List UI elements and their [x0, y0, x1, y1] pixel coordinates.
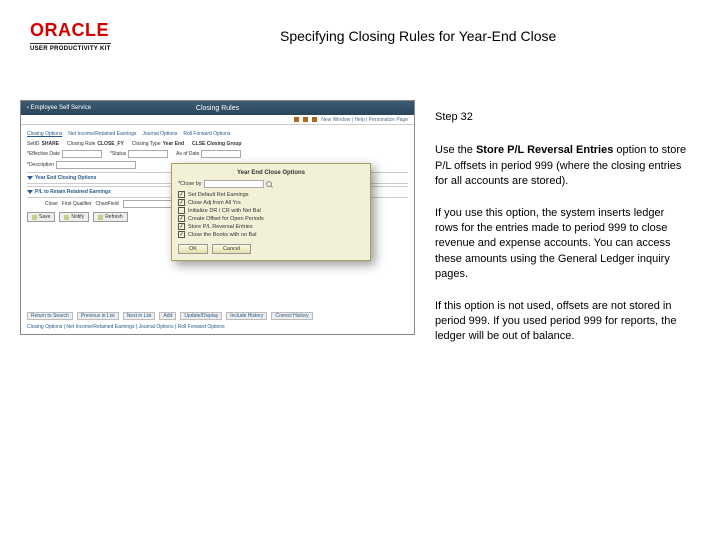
save-icon — [32, 215, 37, 220]
close-by-lookup-icon[interactable] — [266, 181, 272, 187]
opt1-label: Set Default Ret Earnings — [188, 192, 249, 198]
page-tabs: Closing Options Net Income/Retained Earn… — [27, 131, 408, 137]
opt3-label: Initialize DR / CR with Net Bal — [188, 208, 261, 214]
upk-tagline: USER PRODUCTIVITY KIT — [30, 43, 111, 52]
tab-closing-options[interactable]: Closing Options — [27, 131, 62, 137]
app-title: Closing Rules — [196, 105, 239, 112]
tab-net-income[interactable]: Net Income/Retained Earnings — [68, 131, 136, 137]
eff-row: *Effective Date *Status As of Date — [27, 150, 408, 158]
description-input[interactable] — [56, 161, 136, 169]
close-by-select[interactable] — [204, 180, 264, 188]
embedded-screenshot: ‹ Employee Self Service Closing Rules Ne… — [20, 100, 415, 335]
return-search-button[interactable]: Return to Search — [27, 312, 73, 320]
opt6-label: Close the Books with no Bal — [188, 232, 256, 238]
notify-icon — [64, 215, 69, 220]
tab-roll-forward[interactable]: Roll Forward Options — [183, 131, 230, 137]
header-row: SetID SHARE Closing Rule CLOSE_FY Closin… — [27, 141, 408, 147]
eff-date-input[interactable] — [62, 150, 102, 158]
step-label: Step 32 — [435, 110, 690, 125]
page-title: Specifying Closing Rules for Year-End Cl… — [280, 28, 556, 44]
year-end-options-popup: Year End Close Options *Close by ✓Set De… — [171, 163, 371, 261]
opt6-checkbox[interactable]: ✓ — [178, 231, 185, 238]
popup-ok-button[interactable]: OK — [178, 244, 208, 254]
notify-button[interactable]: Notify — [59, 212, 89, 222]
utility-links[interactable]: New Window | Help | Personalize Page — [321, 117, 408, 123]
oracle-brand: ORACLE — [30, 20, 109, 41]
save-button[interactable]: Save — [27, 212, 55, 222]
option-name-bold: Store P/L Reversal Entries — [476, 144, 613, 156]
footer-action-bar: Return to Search Previous in List Next i… — [27, 312, 408, 320]
popup-title: Year End Close Options — [178, 170, 364, 176]
nav-icon[interactable] — [312, 117, 317, 122]
opt4-checkbox[interactable]: ✓ — [178, 215, 185, 222]
oracle-logo: ORACLE USER PRODUCTIVITY KIT — [30, 20, 111, 52]
prev-list-button[interactable]: Previous in List — [77, 312, 119, 320]
instruction-panel: Step 32 Use the Store P/L Reversal Entri… — [435, 110, 690, 361]
instruction-p1: Use the Store P/L Reversal Entries optio… — [435, 143, 690, 189]
footer-tab-links[interactable]: Closing Options | Net Income/Retained Ea… — [27, 324, 225, 330]
tab-journal-options[interactable]: Journal Options — [142, 131, 177, 137]
next-list-button[interactable]: Next in List — [123, 312, 156, 320]
opt5-label: Store P/L Reversal Entries — [188, 224, 253, 230]
add-button[interactable]: Add — [159, 312, 176, 320]
instruction-p2: If you use this option, the system inser… — [435, 206, 690, 283]
status-select[interactable] — [128, 150, 168, 158]
opt4-label: Create Offset for Open Periods — [188, 216, 264, 222]
opt2-label: Close Adj from All Yrs — [188, 200, 241, 206]
opt1-checkbox[interactable]: ✓ — [178, 191, 185, 198]
popup-cancel-button[interactable]: Cancel — [212, 244, 251, 254]
refresh-button[interactable]: Refresh — [93, 212, 128, 222]
refresh-icon — [98, 215, 103, 220]
app-title-bar: ‹ Employee Self Service Closing Rules — [21, 101, 414, 115]
opt3-checkbox[interactable] — [178, 207, 185, 214]
correct-history-button[interactable]: Correct History — [271, 312, 312, 320]
instruction-p3: If this option is not used, offsets are … — [435, 299, 690, 345]
close-by-field: *Close by — [178, 180, 364, 188]
home-icon[interactable] — [294, 117, 299, 122]
opt5-checkbox[interactable]: ✓ — [178, 223, 185, 230]
opt2-checkbox[interactable]: ✓ — [178, 199, 185, 206]
include-history-button[interactable]: Include History — [226, 312, 267, 320]
update-display-button[interactable]: Update/Display — [180, 312, 222, 320]
app-back-link[interactable]: ‹ Employee Self Service — [27, 105, 91, 111]
app-utility-bar: New Window | Help | Personalize Page — [21, 115, 414, 125]
asof-input[interactable] — [201, 150, 241, 158]
flag-icon[interactable] — [303, 117, 308, 122]
